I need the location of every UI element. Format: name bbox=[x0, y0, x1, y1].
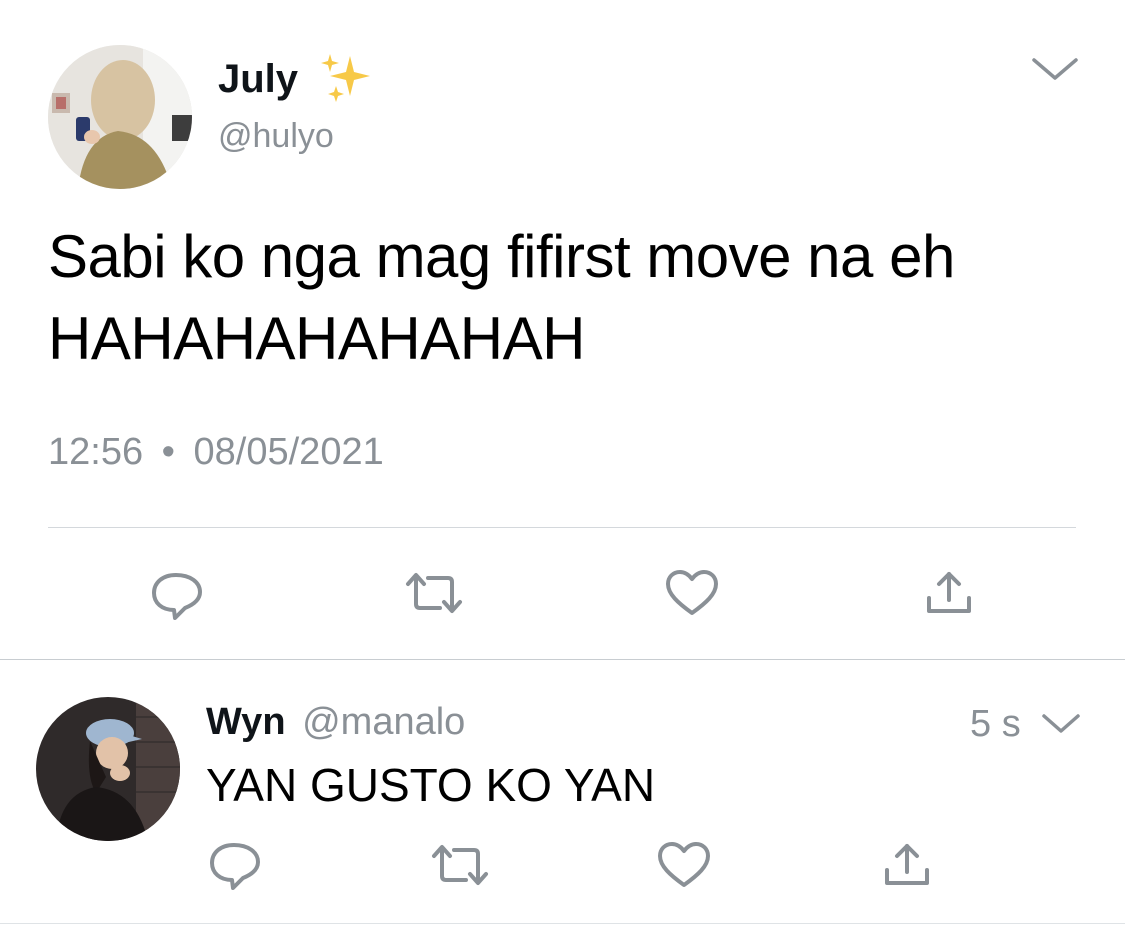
sparkles-emoji-icon bbox=[314, 50, 376, 106]
retweet-icon bbox=[432, 845, 488, 885]
reply-reply-button[interactable] bbox=[208, 840, 264, 890]
action-bar-divider bbox=[48, 527, 1076, 528]
heart-icon bbox=[658, 842, 710, 887]
reply-display-name[interactable]: Wyn bbox=[206, 701, 286, 743]
handle[interactable]: @hulyo bbox=[218, 116, 334, 156]
like-button[interactable] bbox=[664, 568, 720, 618]
reply-text: YAN GUSTO KO YAN bbox=[206, 759, 656, 811]
bottom-separator bbox=[0, 923, 1125, 924]
timestamp-separator: • bbox=[161, 431, 175, 473]
reply-age: 5 s bbox=[970, 703, 1021, 745]
tweet-text-line-1: Sabi ko nga mag fifirst move na eh bbox=[48, 223, 955, 290]
avatar-july[interactable] bbox=[48, 45, 192, 189]
heart-icon bbox=[666, 570, 718, 615]
share-button[interactable] bbox=[924, 570, 974, 616]
reply-handle[interactable]: @manalo bbox=[302, 701, 465, 743]
reply-header: Wyn @manalo bbox=[206, 700, 465, 744]
avatar-wyn[interactable] bbox=[36, 697, 180, 841]
tweet-text-line-2: HAHAHAHAHAHAH bbox=[48, 305, 585, 372]
share-upload-icon bbox=[927, 572, 971, 613]
reply-like-button[interactable] bbox=[656, 840, 712, 890]
display-name[interactable]: July bbox=[218, 56, 298, 102]
chevron-down-icon[interactable] bbox=[1030, 54, 1080, 84]
retweet-icon bbox=[406, 573, 462, 613]
reply-bubble-icon bbox=[152, 573, 202, 620]
tweet-separator bbox=[0, 659, 1125, 660]
share-upload-icon bbox=[885, 844, 929, 885]
reply-retweet-button[interactable] bbox=[430, 842, 490, 888]
tweet-timestamp[interactable]: 12:56 • 08/05/2021 bbox=[48, 430, 384, 474]
reply-chevron-down-icon[interactable] bbox=[1040, 710, 1082, 738]
tweet-date: 08/05/2021 bbox=[193, 431, 384, 473]
retweet-button[interactable] bbox=[404, 570, 464, 616]
tweet-time: 12:56 bbox=[48, 431, 144, 473]
reply-share-button[interactable] bbox=[882, 842, 932, 888]
reply-button[interactable] bbox=[150, 570, 206, 620]
reply-bubble-icon bbox=[210, 843, 260, 890]
